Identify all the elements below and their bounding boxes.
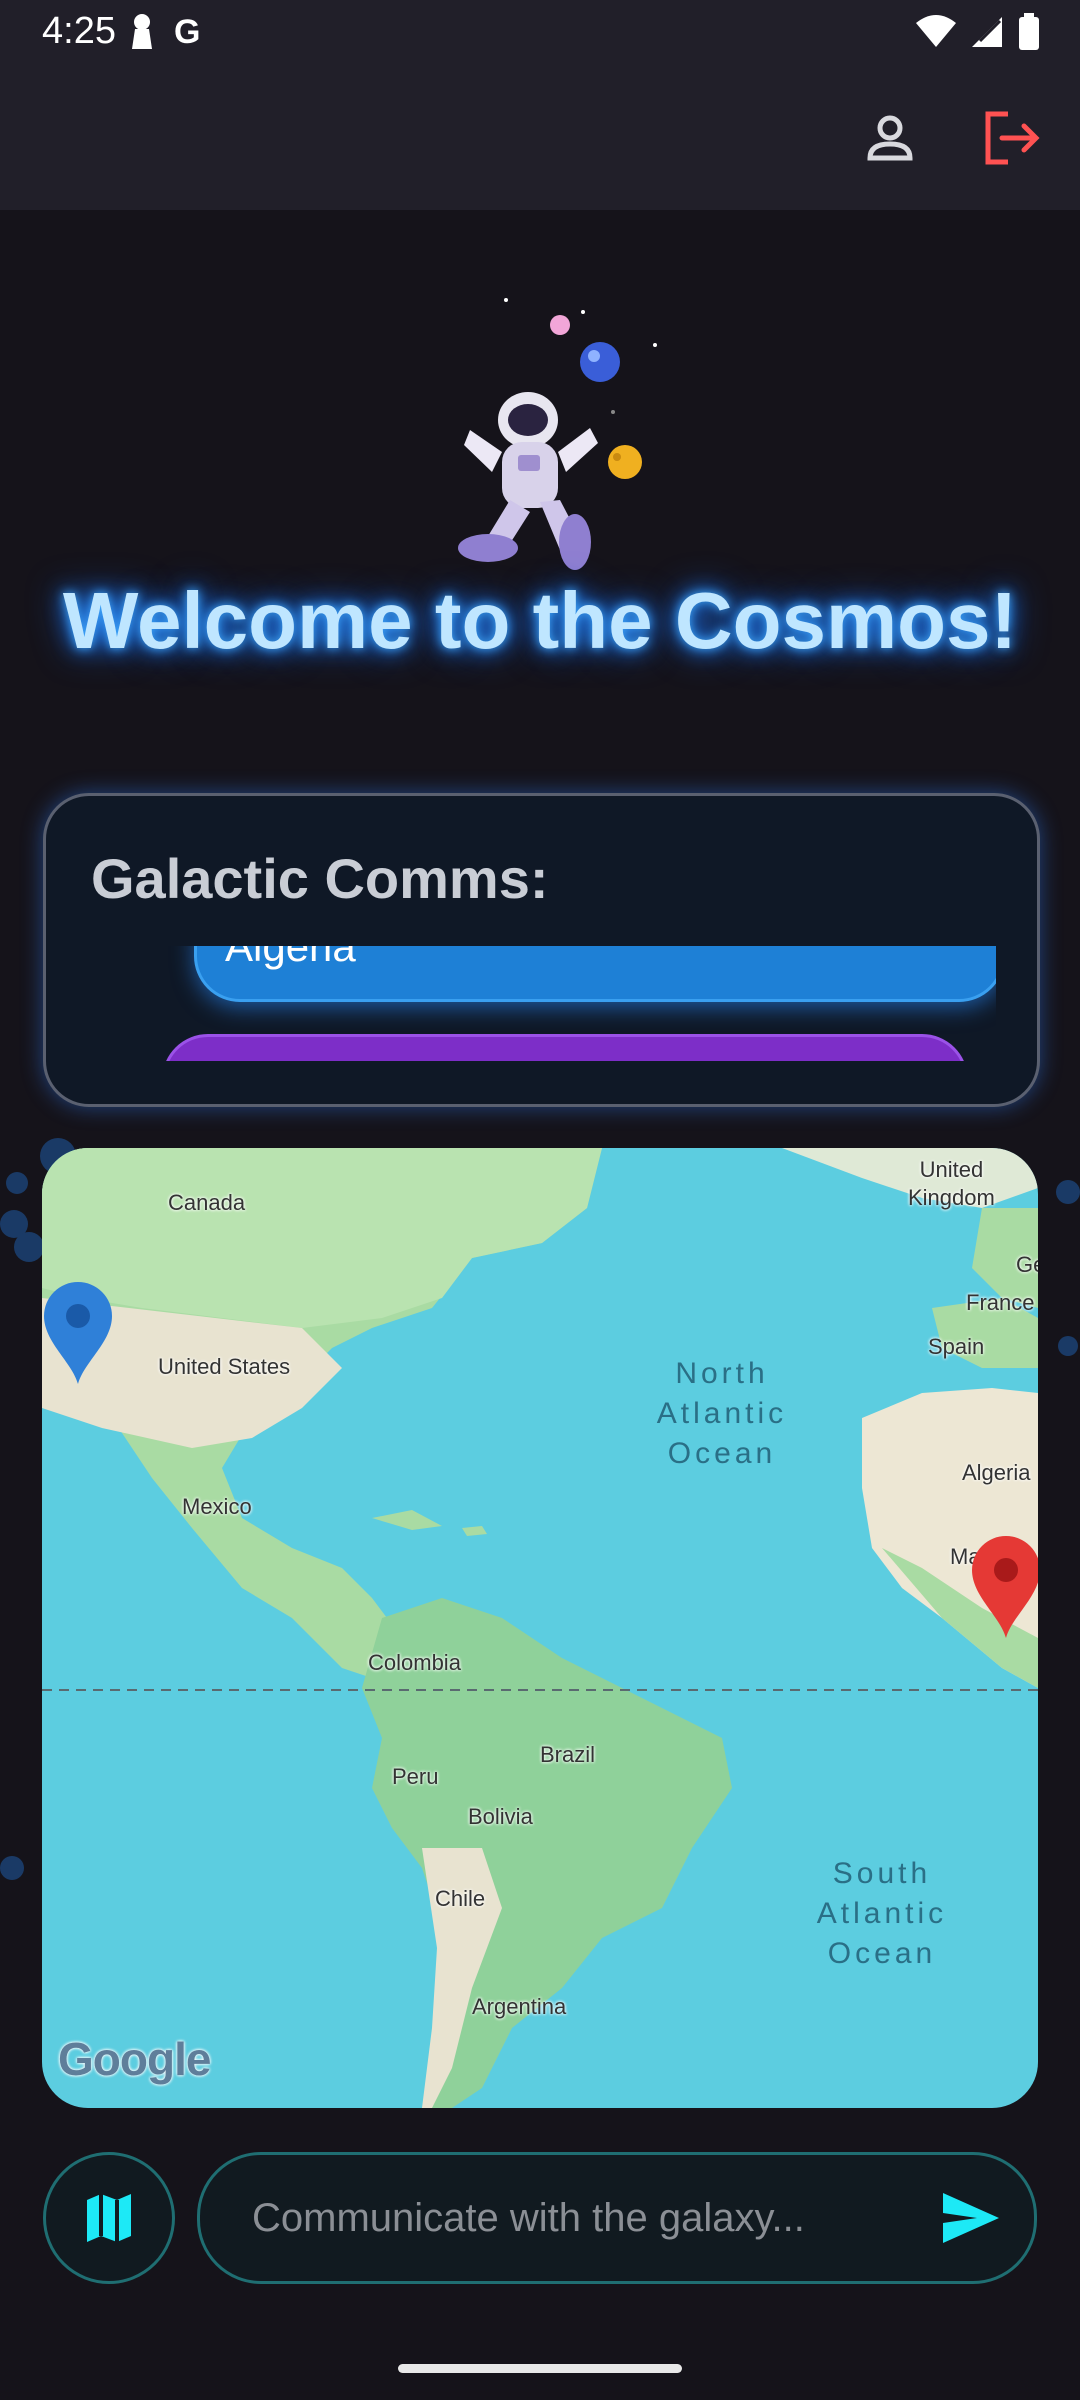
map-label-brazil: Brazil bbox=[540, 1742, 596, 1767]
map-label-chile: Chile bbox=[435, 1886, 486, 1911]
map-label-algeria: Algeria bbox=[962, 1460, 1031, 1485]
status-system-icons bbox=[916, 12, 1040, 52]
map-label-ge: Ge bbox=[1016, 1252, 1038, 1277]
map-icon bbox=[87, 2194, 131, 2242]
map-label-canada: Canada bbox=[168, 1190, 246, 1215]
app-bar bbox=[0, 66, 1080, 210]
status-bar: 4:25 G bbox=[0, 0, 1080, 66]
google-logo: Google bbox=[58, 2032, 211, 2086]
wifi-icon bbox=[916, 15, 956, 47]
map-label-france: France bbox=[966, 1290, 1035, 1315]
galactic-comms-panel: Galactic Comms: Algeria bbox=[43, 793, 1040, 1107]
astronaut-illustration bbox=[430, 250, 670, 570]
map-label-colombia: Colombia bbox=[368, 1650, 461, 1675]
map-label-spain: Spain bbox=[928, 1334, 985, 1359]
status-time: 4:25 bbox=[42, 10, 116, 52]
decor-dot bbox=[6, 1172, 28, 1194]
decor-dot bbox=[1058, 1336, 1078, 1356]
message-composer bbox=[197, 2152, 1037, 2284]
status-notification-icons: G bbox=[130, 12, 200, 52]
message-bubble[interactable]: Algeria bbox=[194, 946, 996, 1002]
decor-dot bbox=[0, 1856, 24, 1880]
google-logo-text: Google bbox=[58, 2033, 211, 2085]
message-bubble[interactable] bbox=[162, 1034, 968, 1061]
google-g-icon: G bbox=[174, 12, 201, 51]
message-input[interactable] bbox=[250, 2185, 914, 2251]
comms-title: Galactic Comms: bbox=[91, 847, 549, 910]
welcome-title: Welcome to the Cosmos! bbox=[62, 576, 1018, 665]
comms-message-list[interactable]: Algeria bbox=[86, 946, 996, 1061]
battery-icon bbox=[1019, 13, 1039, 50]
map-label-south-atlantic: South Atlantic Ocean bbox=[816, 1857, 948, 1970]
message-text: Algeria bbox=[225, 946, 356, 970]
person-outline-icon bbox=[867, 115, 913, 161]
map-label-mexico: Mexico bbox=[182, 1494, 252, 1519]
signal-icon bbox=[972, 17, 1002, 47]
decor-dot bbox=[1056, 1180, 1080, 1204]
send-button[interactable] bbox=[938, 2185, 1004, 2251]
profile-button[interactable] bbox=[858, 106, 922, 170]
decor-dot bbox=[14, 1232, 44, 1262]
home-indicator[interactable] bbox=[398, 2364, 682, 2373]
map-view[interactable]: Canada United States Mexico Colombia Per… bbox=[42, 1148, 1038, 2108]
logout-icon bbox=[985, 111, 1040, 165]
map-label-argentina: Argentina bbox=[472, 1994, 567, 2019]
map-pin-icon bbox=[972, 1536, 1038, 1638]
hero-section: Welcome to the Cosmos! bbox=[0, 210, 1080, 770]
map-toggle-button[interactable] bbox=[43, 2152, 175, 2284]
map-pin-icon bbox=[44, 1282, 112, 1384]
logout-button[interactable] bbox=[980, 106, 1044, 170]
send-icon bbox=[943, 2193, 999, 2243]
map-label-north-atlantic: North Atlantic Ocean bbox=[656, 1357, 788, 1470]
map-label-bolivia: Bolivia bbox=[468, 1804, 533, 1829]
keyhole-icon bbox=[132, 14, 152, 49]
map-label-united-kingdom: United Kingdom bbox=[908, 1157, 995, 1210]
map-label-united-states: United States bbox=[158, 1354, 291, 1379]
map-label-peru: Peru bbox=[392, 1764, 439, 1789]
